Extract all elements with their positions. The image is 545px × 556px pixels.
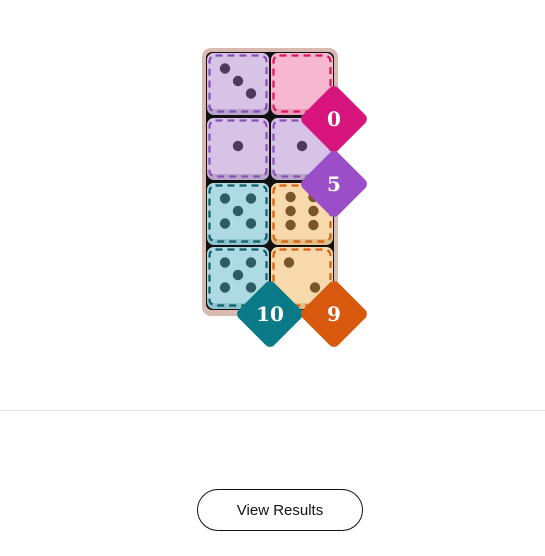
die-pip	[308, 205, 319, 217]
dice-board: 0 5 10 9	[202, 48, 367, 347]
die-pip	[245, 257, 257, 268]
die-pip	[232, 205, 244, 217]
badge-label: 10	[256, 302, 284, 326]
die-pip	[219, 282, 231, 293]
die-pip	[309, 282, 321, 293]
die-pip	[232, 269, 244, 281]
die-r3-c1[interactable]	[207, 183, 269, 245]
die-pip	[245, 282, 257, 293]
die-pip	[283, 257, 295, 268]
die-pip	[219, 257, 231, 268]
die-pip	[232, 75, 244, 87]
die-pip	[308, 219, 319, 231]
die-pip	[245, 88, 257, 99]
die-pip	[285, 205, 296, 217]
badge-label: 9	[327, 302, 341, 326]
die-pip	[285, 219, 296, 231]
die-pip	[245, 193, 257, 204]
die-pip	[232, 140, 244, 152]
die-r2-c1[interactable]	[207, 118, 269, 180]
section-divider	[0, 410, 545, 411]
die-r1-c1[interactable]	[207, 53, 269, 115]
view-results-button[interactable]: View Results	[197, 489, 363, 531]
die-pip	[285, 191, 296, 203]
die-pip	[219, 63, 231, 74]
die-pip	[219, 218, 231, 229]
die-pip	[219, 193, 231, 204]
badge-label: 0	[327, 107, 341, 131]
die-pip	[296, 140, 308, 152]
badge-label: 5	[327, 172, 341, 196]
die-pip	[245, 218, 257, 229]
